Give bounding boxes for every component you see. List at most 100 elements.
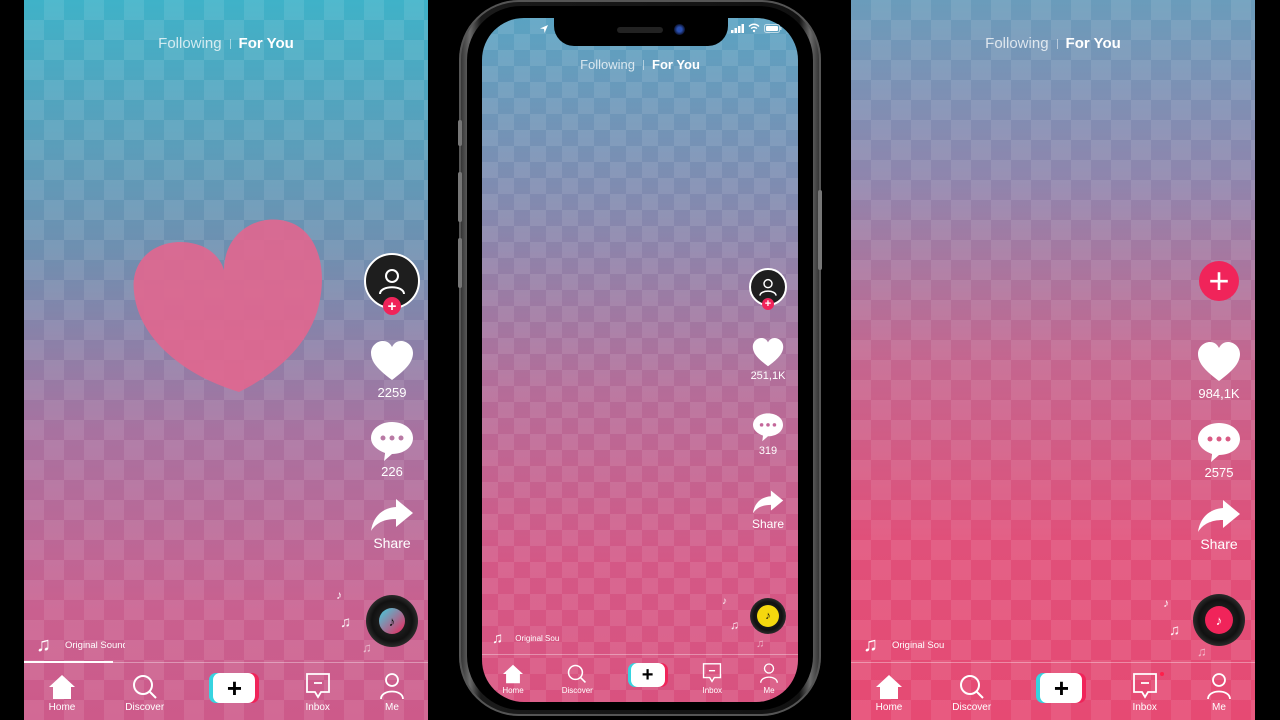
follow-plus-button[interactable]: + — [383, 297, 401, 315]
wifi-icon — [748, 23, 760, 33]
action-rail: + 984,1K 2575 Share — [1189, 260, 1249, 552]
inbox-message-icon — [1132, 673, 1157, 699]
disc-note-icon: ♪ — [1215, 612, 1223, 628]
inbox-notification-dot — [1159, 672, 1164, 676]
create-plus-button[interactable]: + — [213, 673, 256, 703]
feed-tabs: Following For You — [482, 57, 798, 72]
nav-home-label: Home — [48, 702, 76, 713]
tab-divider — [229, 38, 231, 49]
location-arrow-icon — [540, 25, 548, 33]
earpiece-speaker — [617, 27, 663, 33]
nav-discover[interactable]: Discover — [952, 674, 991, 713]
nav-discover[interactable]: Discover — [125, 674, 164, 713]
bottom-nav: Home Discover + Inbox Me — [875, 672, 1231, 713]
nav-me[interactable]: Me — [1207, 672, 1231, 713]
front-camera — [674, 24, 685, 35]
volume-down-button — [458, 238, 462, 288]
nav-create[interactable]: + — [213, 673, 256, 713]
like-heart-icon[interactable] — [752, 338, 784, 367]
creator-avatar[interactable]: + — [364, 253, 420, 315]
nav-home[interactable]: Home — [875, 674, 903, 713]
nav-inbox[interactable]: Inbox — [702, 662, 722, 695]
battery-icon — [764, 24, 782, 33]
music-disc[interactable]: ♪ — [366, 595, 418, 647]
bottom-nav: Home Discover + Inbox Me — [48, 672, 404, 713]
music-disc[interactable]: ♪ — [1193, 594, 1245, 646]
search-icon — [959, 675, 984, 699]
home-icon — [503, 664, 523, 684]
music-note-icon: ♫ — [492, 630, 504, 647]
sound-info[interactable]: ♫ Original Sou — [863, 634, 944, 657]
profile-icon — [760, 663, 778, 683]
floating-note-icon: ♪ — [336, 588, 342, 602]
playback-progress-bar[interactable] — [24, 661, 113, 663]
search-icon — [132, 675, 157, 699]
follow-plus-button[interactable]: + — [1199, 260, 1239, 301]
power-button — [818, 190, 822, 270]
nav-discover-label: Discover — [952, 702, 992, 713]
tab-for-you[interactable]: For You — [239, 35, 294, 52]
feed-tabs: Following For You — [851, 35, 1255, 52]
profile-icon — [1207, 673, 1231, 700]
like-count: 984,1K — [1198, 386, 1240, 401]
inbox-message-icon — [703, 663, 722, 683]
like-count: 2259 — [377, 385, 407, 400]
user-icon — [379, 269, 405, 295]
nav-inbox[interactable]: Inbox — [1132, 672, 1164, 713]
tab-for-you[interactable]: For You — [652, 57, 700, 72]
left-screen: Following For You + 2259 226 Share ♪ ♪ ♫… — [24, 0, 428, 720]
sound-title: Original Sound — [65, 640, 125, 651]
disc-cover: ♪ — [757, 605, 779, 627]
nav-home-label: Home — [875, 702, 903, 713]
phone-screen: Following For You + 251,1K 319 Share ♪ ♪… — [482, 18, 798, 702]
create-plus-button[interactable]: + — [630, 663, 665, 687]
comment-icon[interactable] — [1197, 421, 1241, 463]
inbox-message-icon — [305, 673, 330, 699]
profile-icon — [380, 673, 404, 700]
share-arrow-icon[interactable] — [370, 497, 414, 533]
tab-following[interactable]: Following — [985, 35, 1048, 52]
floating-note-icon: ♫ — [730, 618, 739, 632]
nav-inbox-label: Inbox — [1132, 702, 1157, 713]
tab-following[interactable]: Following — [580, 57, 635, 72]
like-heart-icon[interactable] — [1197, 342, 1241, 382]
sound-info[interactable]: ♫ Original Sound — [36, 634, 125, 657]
signal-bars-icon — [731, 24, 744, 33]
share-label: Share — [751, 517, 785, 531]
nav-create[interactable]: + — [1040, 673, 1083, 713]
nav-me[interactable]: Me — [380, 672, 404, 713]
creator-avatar[interactable]: + — [749, 268, 787, 310]
disc-cover: ♪ — [379, 608, 405, 634]
create-plus-button[interactable]: + — [1040, 673, 1083, 703]
sound-info[interactable]: ♫ Original Sou — [492, 630, 559, 647]
like-heart-icon[interactable] — [370, 341, 414, 381]
music-disc[interactable]: ♪ — [750, 598, 786, 634]
action-rail: + 2259 226 Share — [362, 253, 422, 551]
comment-icon[interactable] — [370, 420, 414, 462]
follow-plus-button[interactable]: + — [762, 298, 774, 310]
nav-home[interactable]: Home — [48, 674, 76, 713]
action-rail: + 251,1K 319 Share — [744, 268, 792, 531]
sound-title: Original Sou — [892, 640, 945, 651]
share-label: Share — [373, 535, 411, 551]
nav-me[interactable]: Me — [760, 662, 778, 695]
tab-following[interactable]: Following — [158, 35, 221, 52]
nav-discover[interactable]: Discover — [562, 664, 593, 695]
nav-create[interactable]: + — [630, 663, 665, 695]
tab-divider — [643, 59, 644, 70]
nav-home[interactable]: Home — [502, 664, 524, 695]
home-icon — [49, 675, 75, 699]
floating-note-icon: ♫ — [362, 640, 372, 655]
share-arrow-icon[interactable] — [1197, 498, 1241, 534]
nav-discover-label: Discover — [125, 702, 165, 713]
comment-icon[interactable] — [752, 412, 784, 442]
feed-tabs: Following For You — [24, 35, 428, 52]
nav-inbox[interactable]: Inbox — [305, 672, 331, 713]
bottom-nav: Home Discover + Inbox Me — [502, 662, 778, 695]
nav-me-label: Me — [1212, 702, 1226, 713]
comment-count: 226 — [381, 464, 403, 479]
nav-divider — [482, 654, 798, 655]
share-arrow-icon[interactable] — [752, 489, 784, 515]
nav-home-label: Home — [502, 686, 524, 695]
tab-for-you[interactable]: For You — [1066, 35, 1121, 52]
